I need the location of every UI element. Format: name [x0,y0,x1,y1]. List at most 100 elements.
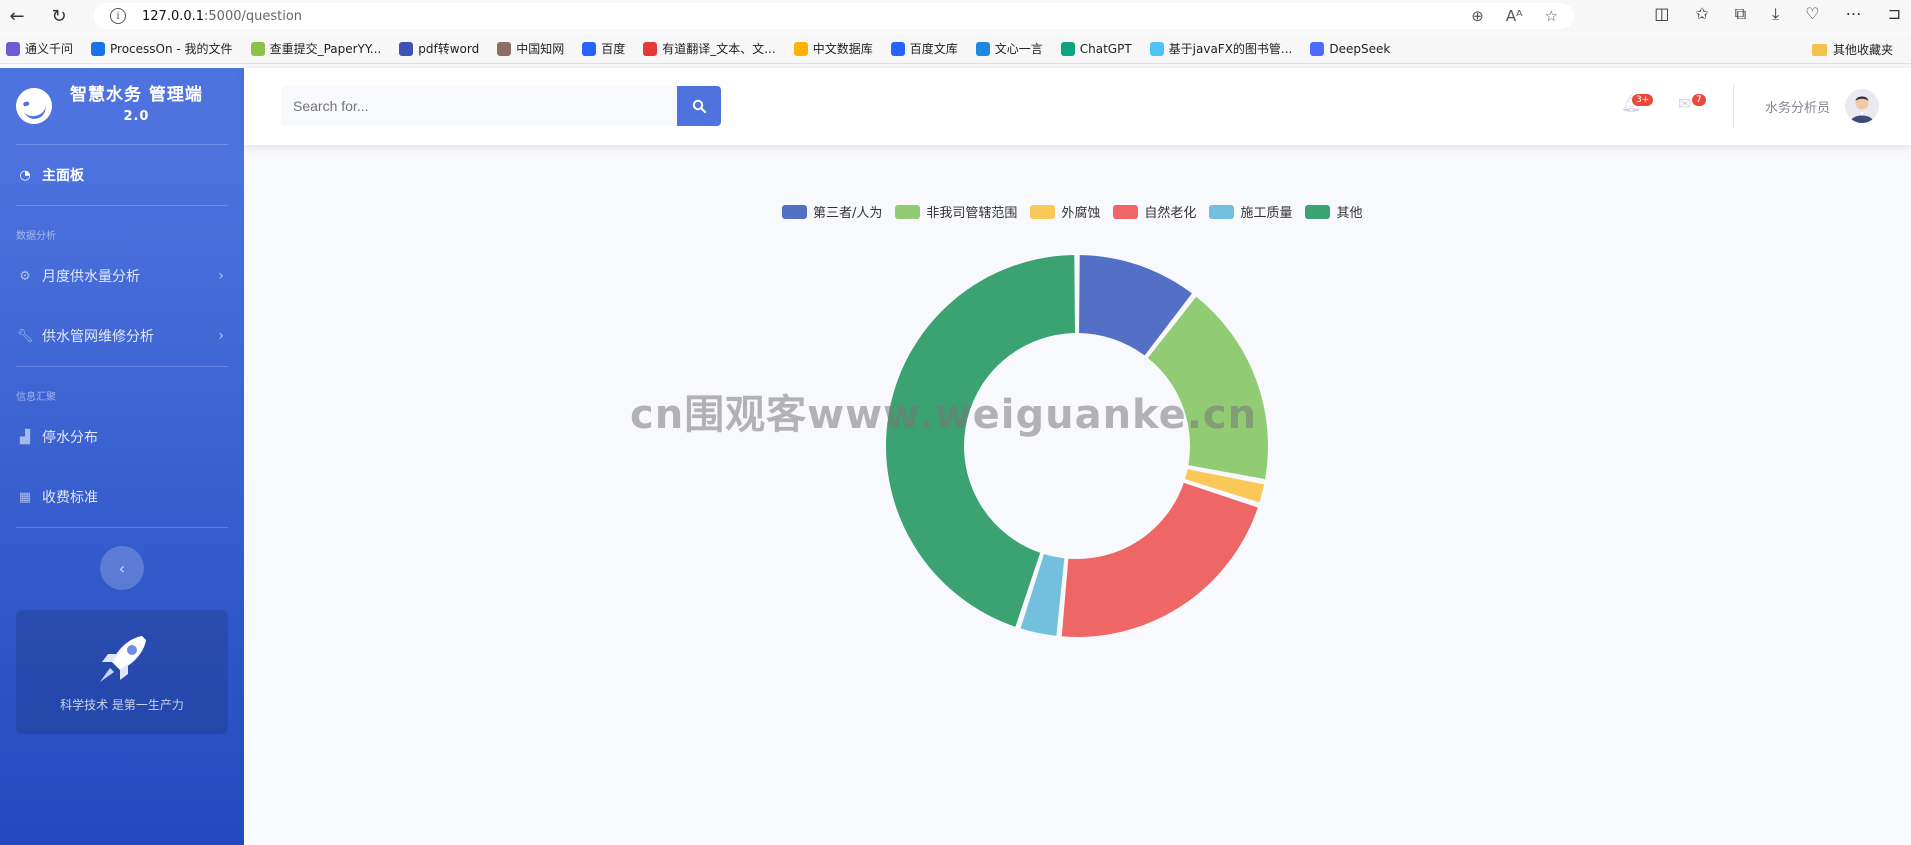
bookmark-item[interactable]: DeepSeek [1310,40,1390,57]
bookmark-label: 百度文库 [909,42,958,56]
search-input[interactable] [281,86,677,126]
watermark-text: cn围观客www.weiguanke.cn [630,392,1258,438]
sidebar-item-label: 收费标准 [42,490,98,506]
sidebar-toggle-button[interactable]: ‹ [100,546,144,590]
sidebar-divider [16,527,228,528]
brand[interactable]: 智慧水务 管理端 2.0 [0,68,244,144]
split-screen-icon[interactable]: ◫ [1654,4,1669,24]
topbar: 🔔︎ 3+ ✉ 7 水务分析员 [244,68,1911,145]
bookmark-label: DeepSeek [1329,41,1391,56]
other-bookmarks-folder[interactable]: 其他收藏夹 [1811,41,1893,58]
more-menu-icon[interactable]: ⋯ [1846,4,1862,24]
bookmark-favicon-icon [250,41,265,56]
chevron-right-icon: › [218,328,224,344]
user-name[interactable]: 水务分析员 [1765,97,1830,116]
sidebar-promo-card: 科学技术 是第一生产力 [16,610,228,734]
browser-essentials-icon[interactable]: ♡ [1805,4,1819,24]
url-path: :5000/question [204,8,303,24]
sidebar-item-outage[interactable]: ▟ 停水分布 [0,407,244,467]
wrench-icon: 🔧︎ [16,328,34,344]
bookmark-item[interactable]: 中文数据库 [793,40,873,57]
bookmark-favicon-icon [91,41,106,56]
envelope-icon: ✉ [1678,94,1692,113]
sidebar-item-label: 月度供水量分析 [42,269,140,285]
bookmark-favicon-icon [399,41,414,56]
messages-badge: 7 [1692,94,1706,106]
favorite-star-icon[interactable]: ☆ [1545,7,1558,25]
legend-item[interactable]: 其他 [1305,202,1362,221]
sidebar-item-fee[interactable]: ▦ 收费标准 [0,467,244,527]
bookmark-favicon-icon [1149,41,1164,56]
bookmark-label: 查重提交_PaperYY... [269,42,382,56]
bookmark-favicon-icon [6,41,20,56]
donut-chart [884,253,1268,639]
sidebar-toggle-icon[interactable]: ⊐ [1888,4,1901,24]
legend-item[interactable]: 外腐蚀 [1030,202,1100,221]
avatar[interactable] [1845,89,1879,123]
legend-label: 第三者/人为 [813,206,883,221]
bookmark-item[interactable]: 百度 [582,40,625,57]
chevron-right-icon: › [218,268,224,284]
bookmark-favicon-icon [1060,41,1075,56]
favorites-icon[interactable]: ✩ [1695,4,1708,24]
chevron-left-icon: ‹ [118,558,126,578]
zoom-icon[interactable]: ⊕ [1471,7,1484,25]
bookmark-label: 百度 [601,42,626,56]
bookmark-favicon-icon [793,41,808,56]
legend-item[interactable]: 自然老化 [1113,202,1196,221]
bookmark-item[interactable]: 文心一言 [975,40,1043,57]
address-bar[interactable]: i 127.0.0.1:5000/question ⊕ Aᴬ ☆ [94,3,1574,29]
search-icon [692,99,706,113]
browser-toolbar: ← ↻ i 127.0.0.1:5000/question ⊕ Aᴬ ☆ ◫ ✩… [0,0,1911,32]
legend-item[interactable]: 第三者/人为 [782,202,882,221]
legend-swatch [1113,204,1139,219]
messages-button[interactable]: ✉ [1678,94,1691,113]
legend-label: 施工质量 [1240,206,1293,221]
bookmark-item[interactable]: 有道翻译_文本、文... [643,40,776,57]
cog-icon: ⚙ [19,268,31,284]
sidebar-item-monthly-supply[interactable]: ⚙ 月度供水量分析 › [0,246,244,306]
chart-legend: 第三者/人为 非我司管辖范围 外腐蚀 自然老化 施工质量 其他 [782,202,1375,221]
bookmark-item[interactable]: 基于javaFX的图书管... [1149,40,1292,57]
bookmarks-bar: 通义千问 ProcessOn - 我的文件 查重提交_PaperYY... pdf转w… [0,34,1911,64]
back-icon[interactable]: ← [0,0,34,32]
legend-label: 外腐蚀 [1061,206,1101,221]
donut-slice[interactable] [1059,480,1261,639]
tachometer-icon: ◔ [19,167,31,183]
bookmark-favicon-icon [890,41,905,56]
read-aloud-icon[interactable]: Aᴬ [1506,7,1523,25]
legend-label: 其他 [1336,206,1363,221]
bookmark-item[interactable]: ProcessOn - 我的文件 [91,40,233,57]
other-bookmarks-label: 其他收藏夹 [1832,43,1893,57]
bookmark-item[interactable]: ChatGPT [1060,40,1132,57]
legend-swatch [1030,204,1056,219]
topbar-divider [1733,84,1734,128]
search-button[interactable] [677,86,721,126]
sidebar-item-pipe-repair[interactable]: 🔧︎ 供水管网维修分析 › [0,306,244,366]
bookmark-item[interactable]: 中国知网 [497,40,564,57]
legend-label: 自然老化 [1144,206,1197,221]
laugh-wink-icon [11,83,57,129]
bookmark-item[interactable]: 查重提交_PaperYY... [250,40,382,57]
legend-swatch [1209,204,1235,219]
bookmark-label: ProcessOn - 我的文件 [110,42,233,56]
bookmark-item[interactable]: pdf转word [399,40,479,57]
bookmark-favicon-icon [582,41,597,56]
site-info-icon[interactable]: i [110,8,126,24]
legend-item[interactable]: 施工质量 [1209,202,1292,221]
sidebar-item-dashboard[interactable]: ◔ 主面板 [0,145,244,205]
user-avatar-image [1850,96,1874,123]
legend-swatch [895,204,921,219]
bookmark-item[interactable]: 百度文库 [890,40,958,57]
legend-swatch [1305,204,1331,219]
reload-icon[interactable]: ↻ [42,0,76,32]
collections-icon[interactable]: ⧉ [1735,4,1746,24]
sidebar-item-label: 主面板 [42,168,84,184]
promo-text: 科学技术 是第一生产力 [60,697,184,712]
bookmark-label: ChatGPT [1079,41,1132,56]
folder-icon [1811,43,1827,56]
downloads-icon[interactable]: ⤓ [1772,4,1779,24]
bookmark-item[interactable]: 通义千问 [6,40,73,57]
brand-title: 智慧水务 管理端 [70,85,203,105]
legend-item[interactable]: 非我司管辖范围 [895,202,1017,221]
